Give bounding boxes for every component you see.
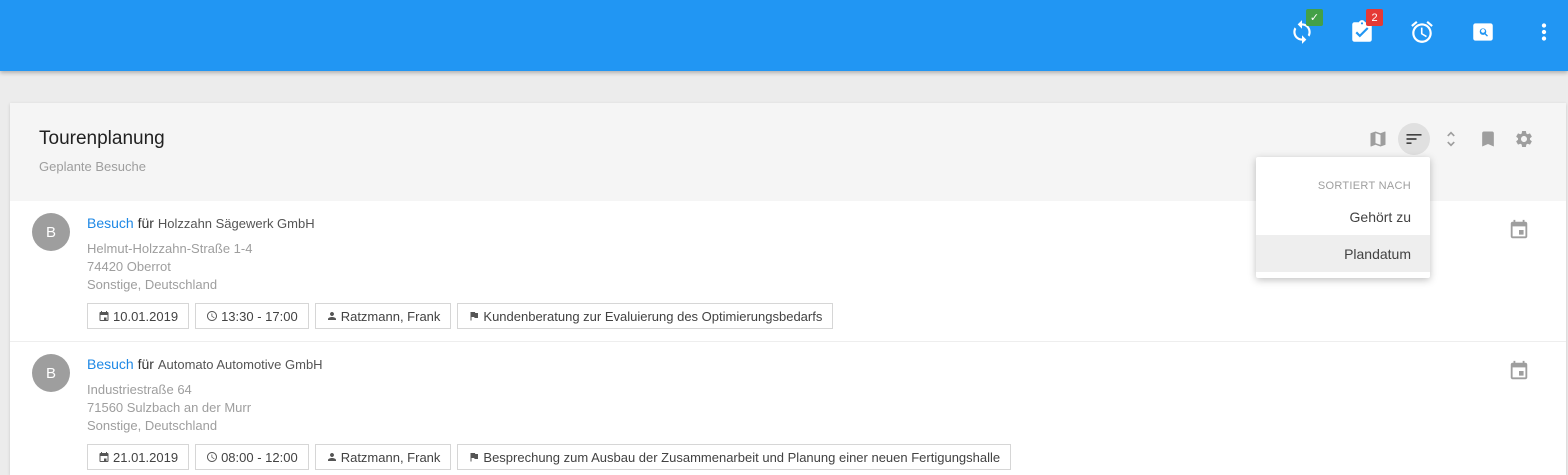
visit-connector: für xyxy=(137,215,154,231)
visit-country: Sonstige, Deutschland xyxy=(87,418,218,433)
sort-option-gehoert-zu[interactable]: Gehört zu xyxy=(1256,198,1430,235)
time-chip: 13:30 - 17:00 xyxy=(195,303,309,329)
visit-type-link[interactable]: Besuch xyxy=(87,215,134,231)
person-label: Ratzmann, Frank xyxy=(340,449,441,465)
search-icon xyxy=(1473,23,1493,41)
sync-button[interactable]: ✓ xyxy=(1288,9,1323,46)
visit-street: Helmut-Holzzahn-Straße 1-4 xyxy=(87,241,253,256)
event-icon xyxy=(1510,219,1528,239)
time-label: 13:30 - 17:00 xyxy=(221,308,298,324)
expand-icon xyxy=(1447,131,1455,147)
sort-icon xyxy=(1406,134,1422,144)
tasks-button[interactable]: 2 xyxy=(1348,9,1383,46)
person-chip: Ratzmann, Frank xyxy=(314,444,452,470)
alarm-button[interactable] xyxy=(1408,18,1436,46)
search-button[interactable] xyxy=(1469,18,1497,46)
clock-icon xyxy=(207,311,218,321)
topic-label: Kundenberatung zur Evaluierung des Optim… xyxy=(483,308,823,324)
topic-chip: Besprechung zum Ausbau der Zusammenarbei… xyxy=(457,444,1012,470)
page-subtitle: Geplante Besuche xyxy=(39,159,146,174)
settings-button[interactable] xyxy=(1508,123,1540,155)
list-item[interactable]: B Besuch für Automato Automotive GmbH In… xyxy=(10,341,1566,475)
sort-button[interactable] xyxy=(1398,123,1430,155)
date-chip: 21.01.2019 xyxy=(87,444,190,470)
tasks-count-badge: 2 xyxy=(1366,9,1383,26)
topic-chip: Kundenberatung zur Evaluierung des Optim… xyxy=(457,303,834,329)
alarm-icon xyxy=(1411,21,1433,43)
time-chip: 08:00 - 12:00 xyxy=(195,444,309,470)
person-label: Ratzmann, Frank xyxy=(340,308,441,324)
calendar-icon xyxy=(99,311,109,321)
visit-connector: für xyxy=(137,356,154,372)
map-button[interactable] xyxy=(1362,123,1394,155)
topic-label: Besprechung zum Ausbau der Zusammenarbei… xyxy=(483,449,1001,465)
more-menu-button[interactable] xyxy=(1530,18,1558,46)
visit-street: Industriestraße 64 xyxy=(87,382,192,397)
visit-title: Besuch für Holzzahn Sägewerk GmbH xyxy=(87,215,315,231)
sync-status-badge: ✓ xyxy=(1306,9,1323,26)
map-icon xyxy=(1370,131,1386,147)
flag-icon xyxy=(470,312,479,321)
sort-menu: SORTIERT NACH Gehört zu Plandatum xyxy=(1256,157,1430,278)
event-icon xyxy=(1510,360,1528,380)
settings-icon xyxy=(1516,131,1532,147)
date-label: 21.01.2019 xyxy=(113,449,179,465)
calendar-icon xyxy=(99,452,109,462)
app-bar: ✓ 2 xyxy=(0,0,1568,71)
sort-option-plandatum[interactable]: Plandatum xyxy=(1256,235,1430,272)
avatar: B xyxy=(32,213,70,251)
avatar: B xyxy=(32,354,70,392)
visit-company: Holzzahn Sägewerk GmbH xyxy=(157,216,315,231)
schedule-button[interactable] xyxy=(1508,219,1530,241)
visit-city: 74420 Oberrot xyxy=(87,259,171,274)
visit-type-link[interactable]: Besuch xyxy=(87,356,134,372)
visit-country: Sonstige, Deutschland xyxy=(87,277,218,292)
sort-menu-heading: SORTIERT NACH xyxy=(1317,180,1411,192)
person-icon xyxy=(327,312,336,320)
visit-city: 71560 Sulzbach an der Murr xyxy=(87,400,252,415)
more-vert-icon xyxy=(1541,23,1547,41)
visit-company: Automato Automotive GmbH xyxy=(157,357,323,372)
bookmark-button[interactable] xyxy=(1472,123,1504,155)
flag-icon xyxy=(470,453,479,462)
date-chip: 10.01.2019 xyxy=(87,303,190,329)
visit-details: 21.01.2019 08:00 - 12:00 Ratzmann, Frank… xyxy=(87,444,1012,470)
bookmark-icon xyxy=(1482,131,1494,147)
date-label: 10.01.2019 xyxy=(113,308,179,324)
clock-icon xyxy=(207,452,218,462)
person-icon xyxy=(327,453,336,461)
person-chip: Ratzmann, Frank xyxy=(314,303,452,329)
visit-details: 10.01.2019 13:30 - 17:00 Ratzmann, Frank… xyxy=(87,303,834,329)
schedule-button[interactable] xyxy=(1508,360,1530,382)
expand-collapse-button[interactable] xyxy=(1435,123,1467,155)
page-title: Tourenplanung xyxy=(39,128,165,149)
time-label: 08:00 - 12:00 xyxy=(221,449,298,465)
visit-title: Besuch für Automato Automotive GmbH xyxy=(87,356,323,372)
